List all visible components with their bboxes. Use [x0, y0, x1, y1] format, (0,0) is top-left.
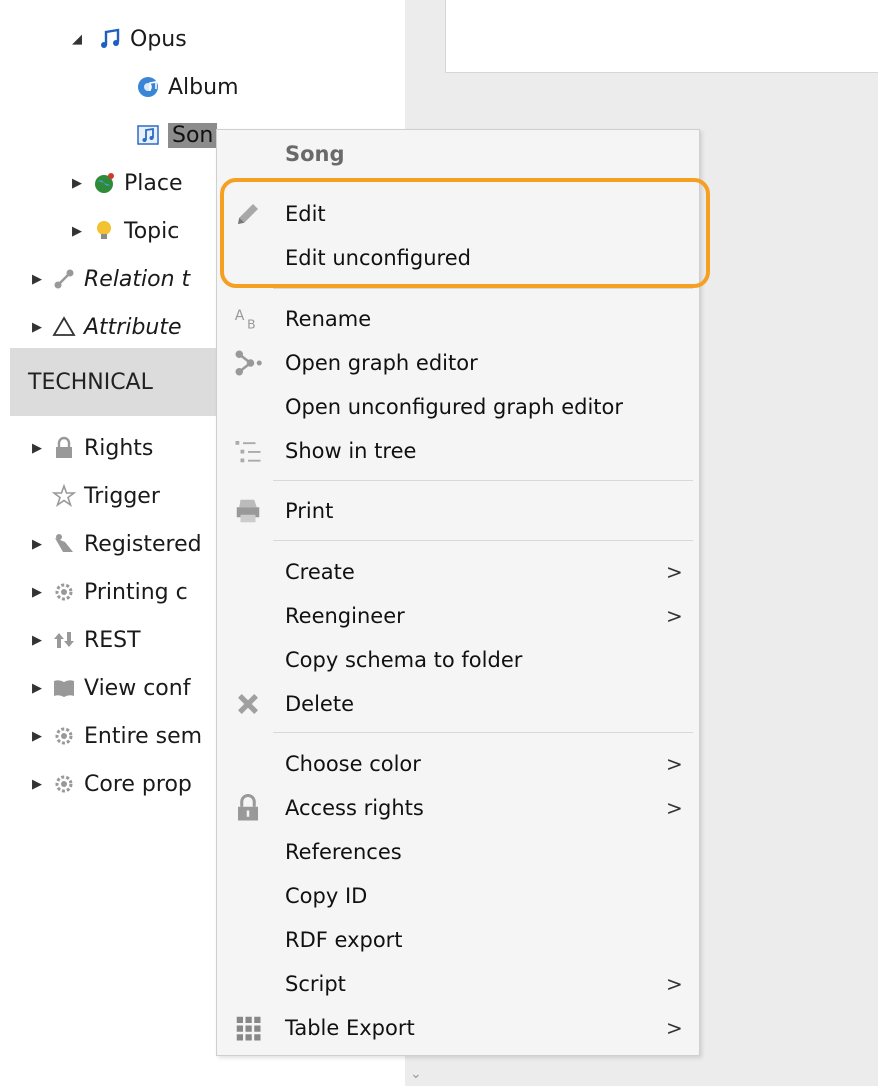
tree-item-rest[interactable]: ▶ REST	[32, 620, 141, 660]
menu-separator	[273, 480, 693, 481]
tree-item-label: Rights	[84, 435, 154, 461]
submenu-arrow-icon: >	[666, 796, 683, 820]
lock-icon	[231, 791, 265, 825]
gear-icon	[52, 724, 76, 748]
collapsed-arrow-icon[interactable]: ▶	[32, 729, 44, 744]
menu-separator	[273, 288, 693, 289]
tree-item-trigger[interactable]: Trigger	[52, 476, 160, 516]
tree-item-opus[interactable]: ◢ Opus	[72, 19, 187, 59]
tree-item-label: REST	[84, 627, 141, 653]
grid-icon	[231, 1011, 265, 1045]
tree-item-label: Trigger	[84, 483, 160, 509]
tree-item-relation[interactable]: ▶ Relation t	[32, 259, 190, 299]
tree-item-label: Attribute	[84, 314, 182, 340]
scroll-down-icon[interactable]: ⌄	[410, 1066, 422, 1082]
submenu-arrow-icon: >	[666, 560, 683, 584]
menu-item-open-graph-editor[interactable]: Open graph editor	[217, 341, 699, 385]
tree-item-topic[interactable]: ▶ Topic	[72, 211, 179, 251]
submenu-arrow-icon: >	[666, 752, 683, 776]
menu-item-choose-color[interactable]: Choose color >	[217, 742, 699, 786]
collapsed-arrow-icon[interactable]: ▶	[32, 441, 44, 456]
menu-item-script[interactable]: Script >	[217, 962, 699, 1006]
menu-item-access-rights[interactable]: Access rights >	[217, 786, 699, 830]
editor-top-panel	[445, 0, 878, 73]
tree-item-entire-semantic[interactable]: ▶ Entire sem	[32, 716, 202, 756]
collapsed-arrow-icon[interactable]: ▶	[72, 224, 84, 239]
menu-separator	[273, 540, 693, 541]
tree-item-label: Registered	[84, 531, 202, 557]
tree-item-registered[interactable]: ▶ Registered	[32, 524, 202, 564]
delete-x-icon	[231, 687, 265, 721]
tree-item-label: Son	[168, 122, 218, 148]
globe-icon	[92, 171, 116, 195]
pencil-icon	[231, 197, 265, 231]
menu-item-print[interactable]: Print	[217, 489, 699, 533]
tree-item-label: Opus	[130, 26, 187, 52]
menu-item-show-in-tree[interactable]: Show in tree	[217, 429, 699, 473]
menu-item-edit-unconfigured[interactable]: Edit unconfigured	[217, 236, 699, 280]
print-icon	[231, 494, 265, 528]
gear-icon	[52, 772, 76, 796]
menu-item-open-unconfigured-graph-editor[interactable]: Open unconfigured graph editor	[217, 385, 699, 429]
tree-item-core-properties[interactable]: ▶ Core prop	[32, 764, 192, 804]
registered-icon	[52, 532, 76, 556]
menu-item-delete[interactable]: Delete	[217, 682, 699, 726]
svg-text:A: A	[235, 308, 245, 324]
menu-item-references[interactable]: References	[217, 830, 699, 874]
submenu-arrow-icon: >	[666, 604, 683, 628]
menu-item-copy-id[interactable]: Copy ID	[217, 874, 699, 918]
tree-item-rights[interactable]: ▶ Rights	[32, 428, 153, 468]
album-icon	[136, 75, 160, 99]
menu-item-copy-schema-to-folder[interactable]: Copy schema to folder	[217, 638, 699, 682]
menu-item-create[interactable]: Create >	[217, 550, 699, 594]
context-menu-title: Song	[285, 142, 345, 166]
tree-item-label: Album	[168, 74, 239, 100]
svg-text:B: B	[247, 318, 255, 332]
collapsed-arrow-icon[interactable]: ▶	[32, 777, 44, 792]
tree-item-album[interactable]: Album	[136, 67, 239, 107]
music-notes-icon	[98, 27, 122, 51]
lightbulb-icon	[92, 219, 116, 243]
collapsed-arrow-icon[interactable]: ▶	[32, 585, 44, 600]
rename-ab-icon: AB	[231, 302, 265, 336]
submenu-arrow-icon: >	[666, 972, 683, 996]
menu-item-edit[interactable]: Edit	[217, 192, 699, 236]
tree-item-song[interactable]: Son	[136, 115, 218, 155]
trigger-star-icon	[52, 484, 76, 508]
collapsed-arrow-icon[interactable]: ▶	[32, 320, 44, 335]
tree-icon	[231, 434, 265, 468]
triangle-icon	[52, 315, 76, 339]
music-note-icon	[136, 123, 160, 147]
menu-separator	[273, 732, 693, 733]
tree-item-label: View conf	[84, 675, 191, 701]
collapsed-arrow-icon[interactable]: ▶	[32, 272, 44, 287]
tree-item-label: Topic	[124, 218, 180, 244]
menu-item-table-export[interactable]: Table Export >	[217, 1006, 699, 1050]
tree-item-label: Core prop	[84, 771, 192, 797]
tree-item-printing[interactable]: ▶ Printing c	[32, 572, 188, 612]
tree-item-place[interactable]: ▶ Place	[72, 163, 183, 203]
menu-item-rename[interactable]: AB Rename	[217, 297, 699, 341]
tree-item-label: Relation t	[84, 266, 191, 292]
menu-item-rdf-export[interactable]: RDF export	[217, 918, 699, 962]
tree-item-attribute[interactable]: ▶ Attribute	[32, 307, 182, 347]
collapsed-arrow-icon[interactable]: ▶	[32, 633, 44, 648]
collapsed-arrow-icon[interactable]: ▶	[32, 681, 44, 696]
tree-item-label: Entire sem	[84, 723, 203, 749]
relation-icon	[52, 267, 76, 291]
rest-arrows-icon	[52, 628, 76, 652]
collapsed-arrow-icon[interactable]: ▶	[72, 176, 84, 191]
expanded-arrow-icon[interactable]: ◢	[72, 32, 84, 47]
menu-item-reengineer[interactable]: Reengineer >	[217, 594, 699, 638]
submenu-arrow-icon: >	[666, 1016, 683, 1040]
tree-item-label: Place	[124, 170, 183, 196]
graph-icon	[231, 346, 265, 380]
book-icon	[52, 676, 76, 700]
gear-icon	[52, 580, 76, 604]
tree-item-view-config[interactable]: ▶ View conf	[32, 668, 190, 708]
collapsed-arrow-icon[interactable]: ▶	[32, 537, 44, 552]
context-menu: Song Edit Edit unconfigured AB Rename Op…	[216, 129, 700, 1056]
lock-icon	[52, 436, 76, 460]
tree-item-label: Printing c	[84, 579, 188, 605]
